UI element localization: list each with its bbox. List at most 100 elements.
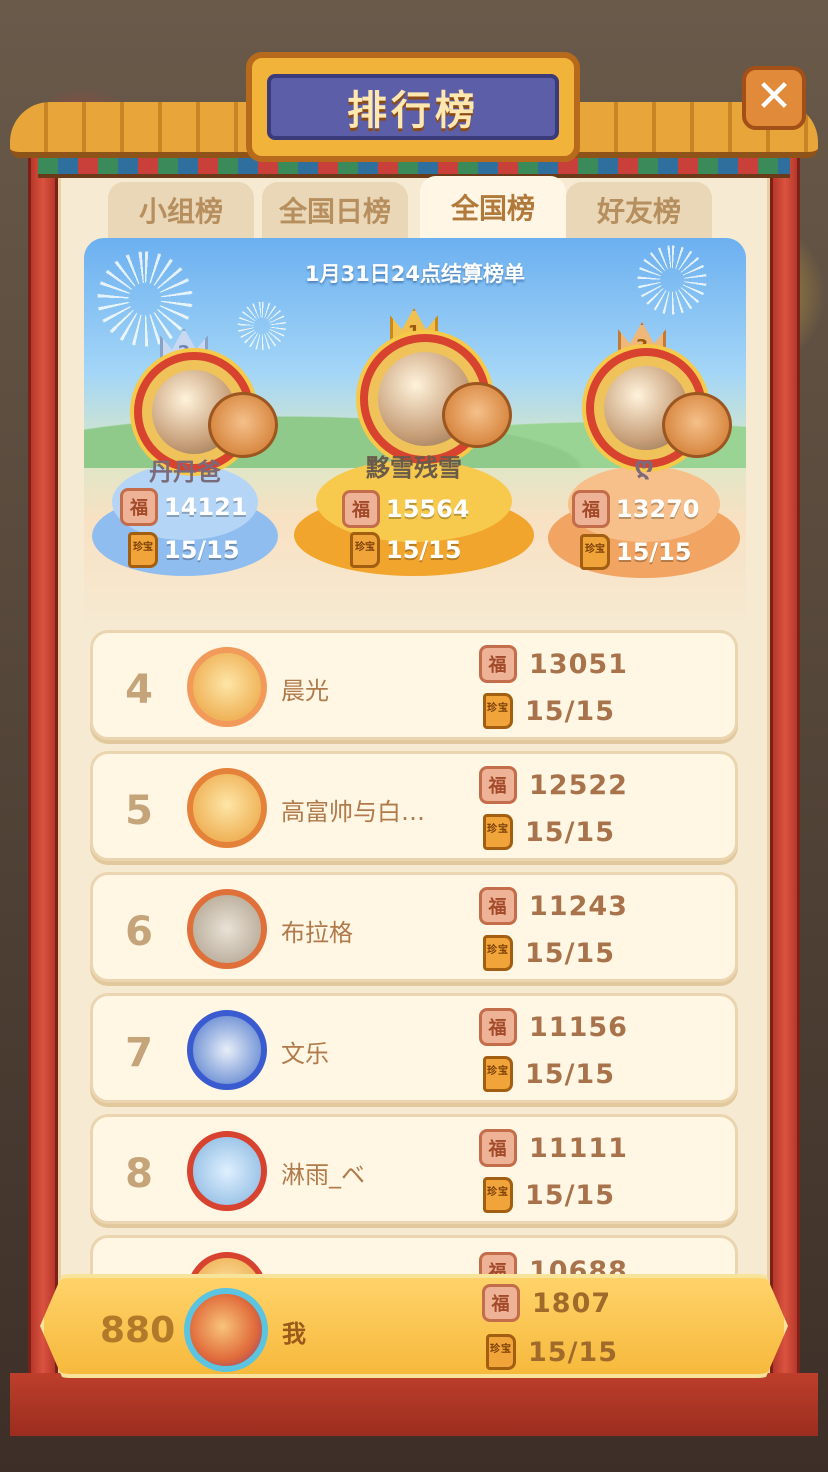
close-button[interactable]: ✕: [742, 66, 806, 130]
progress-value: 15/15: [616, 538, 692, 566]
fu-icon: 福: [479, 1129, 517, 1167]
my-avatar: [184, 1288, 268, 1372]
list-item[interactable]: 4 晨光 福 13051 珍宝 15/15: [90, 630, 738, 740]
podium-score: 福 14121: [120, 488, 248, 526]
avatar: [187, 647, 267, 727]
progress-value: 15/15: [525, 937, 616, 969]
list-item[interactable]: 7 文乐 福 11156 珍宝 15/15: [90, 993, 738, 1103]
podium-progress: 珍宝 15/15: [350, 532, 462, 568]
my-rank-number: 880: [100, 1310, 176, 1351]
avatar: [187, 768, 267, 848]
player-name: 淋雨_ベ: [281, 1161, 365, 1189]
fu-icon: 福: [572, 490, 610, 528]
progress-value: 15/15: [525, 1179, 616, 1211]
podium-score: 福 15564: [342, 490, 470, 528]
score-value: 1807: [532, 1287, 612, 1319]
treasure-book-icon: 珍宝: [350, 532, 380, 568]
rank-number: 5: [125, 788, 153, 834]
podium-progress: 珍宝 15/15: [128, 532, 240, 568]
podium-area: 1月31日24点结算榜单 2 丹丹爸 福14121 珍宝15/15 1 黟雪残雪…: [84, 238, 746, 628]
avatar: [187, 1131, 267, 1211]
player-name: 文乐: [281, 1040, 329, 1068]
progress-value: 15/15: [525, 1058, 616, 1090]
my-rank-bar[interactable]: 880 我 福 1807 珍宝 15/15: [40, 1274, 788, 1378]
my-name: 我: [282, 1320, 306, 1348]
treasure-book-icon: 珍宝: [486, 1334, 516, 1370]
progress: 珍宝 15/15: [479, 935, 615, 971]
left-pillar: [28, 140, 58, 1410]
my-progress: 珍宝 15/15: [482, 1334, 618, 1370]
tab-group[interactable]: 小组榜: [108, 182, 254, 238]
fu-icon: 福: [479, 1008, 517, 1046]
progress-value: 15/15: [525, 816, 616, 848]
title-plaque: 排行榜: [246, 52, 580, 162]
progress-value: 15/15: [164, 536, 240, 564]
progress-value: 15/15: [386, 536, 462, 564]
player-name: 布拉格: [281, 919, 353, 947]
score-value: 14121: [164, 493, 248, 521]
score-value: 11111: [529, 1132, 628, 1164]
settlement-deadline: 1月31日24点结算榜单: [304, 262, 526, 286]
score-value: 13270: [616, 495, 700, 523]
treasure-book-icon: 珍宝: [580, 534, 610, 570]
fu-icon: 福: [342, 490, 380, 528]
progress: 珍宝 15/15: [479, 693, 615, 729]
score: 福 11111: [479, 1129, 628, 1167]
fu-icon: 福: [120, 488, 158, 526]
podium-name: 黟雪残雪: [366, 454, 462, 482]
rank-number: 7: [125, 1030, 153, 1076]
progress: 珍宝 15/15: [479, 1056, 615, 1092]
podium-progress: 珍宝 15/15: [580, 534, 692, 570]
tab-bar: 小组榜 全国日榜 全国榜 好友榜: [108, 176, 720, 238]
player-name: 高富帅与白…: [281, 798, 425, 826]
progress-value: 15/15: [525, 695, 616, 727]
bear-mascot-icon: [442, 382, 512, 448]
treasure-book-icon: 珍宝: [483, 814, 513, 850]
list-item[interactable]: 5 高富帅与白… 福 12522 珍宝 15/15: [90, 751, 738, 861]
treasure-book-icon: 珍宝: [128, 532, 158, 568]
podium-name: ღ: [634, 452, 654, 480]
rank-number: 8: [125, 1151, 153, 1197]
progress: 珍宝 15/15: [479, 1177, 615, 1213]
podium-score: 福 13270: [572, 490, 700, 528]
treasure-book-icon: 珍宝: [483, 1177, 513, 1213]
rank-number: 6: [125, 909, 153, 955]
score-value: 15564: [386, 495, 470, 523]
podium-third[interactable]: 3 ღ 福 13270 珍宝 15/15: [546, 318, 742, 580]
score-value: 13051: [529, 648, 628, 680]
tab-friends[interactable]: 好友榜: [566, 182, 712, 238]
score: 福 13051: [479, 645, 628, 683]
list-item[interactable]: 8 淋雨_ベ 福 11111 珍宝 15/15: [90, 1114, 738, 1224]
bear-mascot-icon: [662, 392, 732, 458]
treasure-book-icon: 珍宝: [483, 935, 513, 971]
page-title: 排行榜: [267, 74, 559, 140]
fu-icon: 福: [479, 887, 517, 925]
progress-value: 15/15: [528, 1336, 619, 1368]
my-score: 福 1807: [482, 1284, 611, 1322]
list-item[interactable]: 6 布拉格 福 11243 珍宝 15/15: [90, 872, 738, 982]
treasure-book-icon: 珍宝: [483, 693, 513, 729]
progress: 珍宝 15/15: [479, 814, 615, 850]
tab-national-daily[interactable]: 全国日榜: [262, 182, 408, 238]
score-value: 11156: [529, 1011, 628, 1043]
fu-icon: 福: [482, 1284, 520, 1322]
avatar: [187, 1010, 267, 1090]
bear-mascot-icon: [208, 392, 278, 458]
score-value: 12522: [529, 769, 628, 801]
rank-number: 4: [125, 667, 153, 713]
score: 福 11243: [479, 887, 628, 925]
score: 福 11156: [479, 1008, 628, 1046]
treasure-book-icon: 珍宝: [483, 1056, 513, 1092]
score-value: 11243: [529, 890, 628, 922]
fu-icon: 福: [479, 645, 517, 683]
podium-first[interactable]: 1 黟雪残雪 福 15564 珍宝 15/15: [292, 304, 536, 580]
player-name: 晨光: [281, 677, 329, 705]
score: 福 12522: [479, 766, 628, 804]
fu-icon: 福: [479, 766, 517, 804]
podium-second[interactable]: 2 丹丹爸 福14121 珍宝15/15: [90, 318, 280, 578]
avatar: [187, 889, 267, 969]
tab-national[interactable]: 全国榜: [420, 176, 566, 238]
right-pillar: [770, 140, 800, 1410]
close-icon: ✕: [755, 71, 793, 122]
podium-name: 丹丹爸: [149, 458, 221, 486]
